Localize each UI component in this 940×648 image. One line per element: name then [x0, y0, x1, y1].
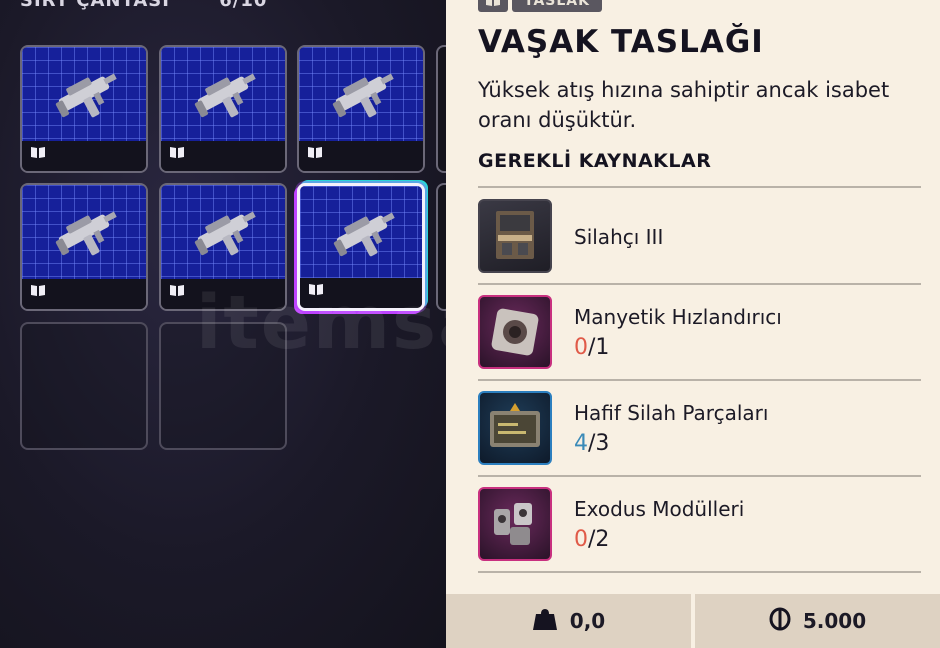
blueprint-icon — [308, 281, 324, 300]
workbench-icon — [478, 199, 552, 273]
smg-icon — [191, 57, 263, 133]
coin-icon — [769, 607, 791, 636]
divider — [478, 475, 921, 477]
magnetic-accelerator-icon — [478, 295, 552, 369]
item-description: Yüksek atış hızına sahiptir ancak isabet… — [478, 78, 890, 132]
inventory-title: SIRT ÇANTASI — [20, 0, 170, 11]
smg-icon — [330, 196, 402, 272]
blueprint-icon — [169, 282, 185, 301]
item-title: VAŞAK TASLAĞI — [478, 24, 764, 60]
inventory-slot-empty[interactable] — [159, 322, 287, 450]
resource-quantity: 0/2 — [574, 527, 610, 552]
inventory-slot[interactable] — [159, 183, 287, 311]
weight-cell: 0,0 — [446, 594, 691, 648]
blueprint-icon — [30, 282, 46, 301]
weight-icon — [532, 607, 558, 636]
resource-name: Manyetik Hızlandırıcı — [574, 305, 782, 329]
resource-name: Exodus Modülleri — [574, 497, 745, 521]
resource-row[interactable]: Silahçı III — [478, 199, 921, 275]
inventory-panel: SIRT ÇANTASI 6/10 itemsatış — [0, 0, 446, 648]
resource-row[interactable]: Exodus Modülleri 0/2 — [478, 487, 921, 563]
divider — [478, 571, 921, 573]
inventory-header: SIRT ÇANTASI 6/10 — [20, 0, 267, 11]
resource-name: Hafif Silah Parçaları — [574, 401, 769, 425]
weight-value: 0,0 — [569, 609, 606, 633]
smg-icon — [191, 195, 263, 271]
inventory-count: 6/10 — [219, 0, 268, 11]
divider — [478, 283, 921, 285]
inventory-slot-selected[interactable] — [297, 183, 425, 311]
inventory-slot[interactable] — [297, 45, 425, 173]
blueprint-icon — [478, 0, 508, 12]
resource-row[interactable]: Hafif Silah Parçaları 4/3 — [478, 391, 921, 467]
resource-quantity: 4/3 — [574, 431, 610, 456]
divider — [478, 379, 921, 381]
item-type-label: TASLAK — [512, 0, 602, 12]
resource-row[interactable]: Manyetik Hızlandırıcı 0/1 — [478, 295, 921, 371]
blueprint-icon — [307, 144, 323, 163]
light-gun-parts-icon — [478, 391, 552, 465]
inventory-slot-partial[interactable] — [436, 45, 446, 173]
price-value: 5.000 — [802, 609, 867, 633]
resource-quantity: 0/1 — [574, 335, 610, 360]
exodus-modules-icon — [478, 487, 552, 561]
item-type-tag: TASLAK — [478, 0, 602, 12]
inventory-slot-partial[interactable] — [436, 183, 446, 311]
inventory-slot[interactable] — [159, 45, 287, 173]
requirements-title: GEREKLİ KAYNAKLAR — [478, 150, 712, 172]
smg-icon — [329, 57, 401, 133]
divider — [478, 186, 921, 188]
blueprint-icon — [30, 144, 46, 163]
inventory-slot-empty[interactable] — [20, 322, 148, 450]
item-detail-panel: TASLAK VAŞAK TASLAĞI Yüksek atış hızına … — [446, 0, 940, 648]
inventory-slot[interactable] — [20, 45, 148, 173]
inventory-slot[interactable] — [20, 183, 148, 311]
smg-icon — [52, 57, 124, 133]
smg-icon — [52, 195, 124, 271]
price-cell: 5.000 — [695, 594, 940, 648]
blueprint-icon — [169, 144, 185, 163]
resource-name: Silahçı III — [574, 225, 664, 249]
item-footer: 0,0 5.000 — [446, 594, 940, 648]
